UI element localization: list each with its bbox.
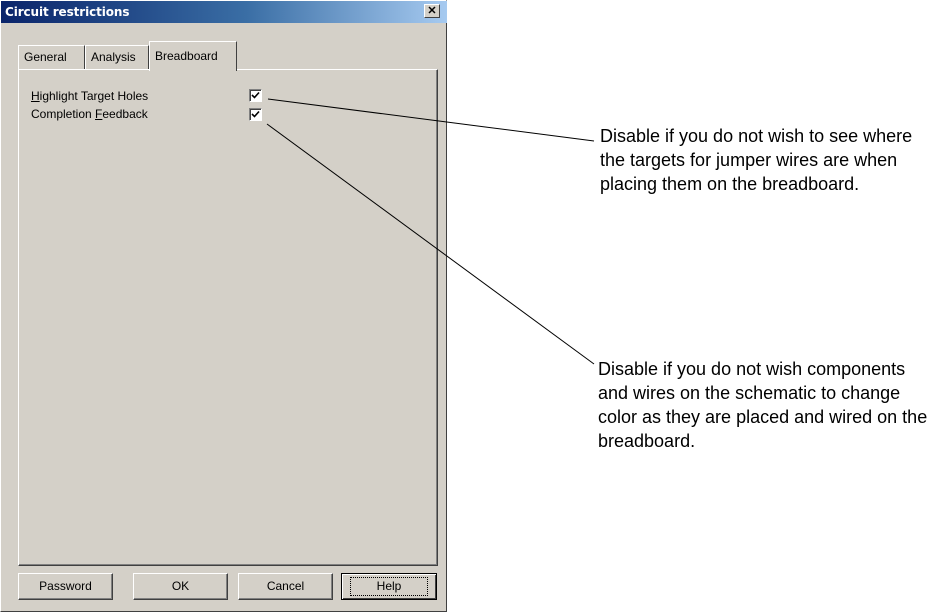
annotation-completion-feedback: Disable if you do not wish components an… [598,359,928,451]
tab-breadboard-label: Breadboard [155,49,218,63]
annotation-highlight-target-holes: Disable if you do not wish to see where … [600,126,913,194]
callout-leader-lines [266,98,595,365]
tab-breadboard[interactable]: Breadboard [149,41,237,71]
leader-line-feedback [266,123,595,365]
leader-line-highlight [267,98,595,142]
